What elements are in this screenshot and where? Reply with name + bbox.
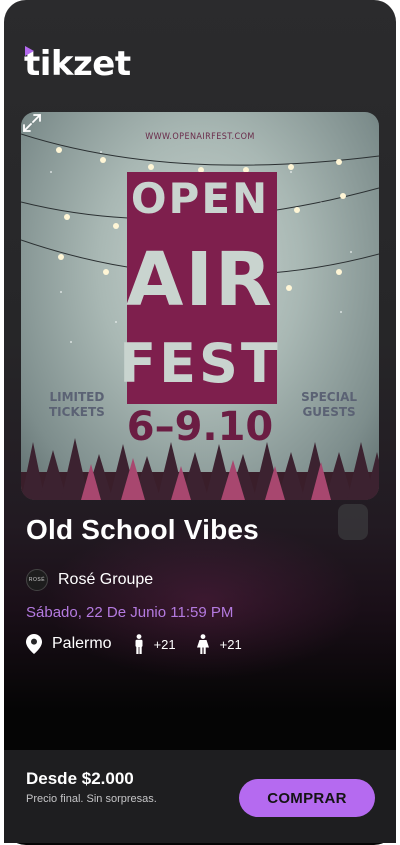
app-logo[interactable]: tikzet <box>24 44 131 84</box>
event-meta: Palermo +21 +21 <box>26 634 242 654</box>
poster-tickets-text: TICKETS <box>49 405 105 419</box>
poster-word-open: OPEN <box>130 174 270 223</box>
event-date: Sábado, 22 De Junio 11:59 PM <box>26 604 234 621</box>
age-male: +21 <box>134 634 176 654</box>
event-title: Old School Vibes <box>26 514 259 545</box>
poster-special-text: SPECIAL <box>301 390 357 404</box>
poster-limited-tickets: LIMITED TICKETS <box>49 390 105 420</box>
logo-accent-icon <box>25 46 34 56</box>
poster-word-fest: FEST <box>119 332 281 395</box>
poster-word-air: AIR <box>126 237 274 323</box>
age-male-value: +21 <box>153 636 176 652</box>
poster-limited-text: LIMITED <box>49 390 105 404</box>
buy-button[interactable]: COMPRAR <box>239 779 375 817</box>
scroll-indicator <box>338 504 368 540</box>
poster-special-guests: SPECIAL GUESTS <box>301 390 357 420</box>
event-screen: tikzet WWW.OPENAIRFEST.COM OPEN AIR FEST… <box>4 0 396 845</box>
female-person-icon <box>196 634 210 654</box>
organizer-name: Rosé Groupe <box>58 571 154 588</box>
age-female: +21 <box>196 634 242 654</box>
location: Palermo <box>26 634 112 654</box>
age-female-value: +21 <box>219 636 242 652</box>
price-note: Precio final. Sin sorpresas. <box>26 793 157 805</box>
expand-icon[interactable] <box>21 112 43 134</box>
male-person-icon <box>134 634 144 654</box>
purchase-bar: Desde $2.000 Precio final. Sin sorpresas… <box>4 750 396 843</box>
price: Desde $2.000 <box>26 769 134 788</box>
organizer[interactable]: ROSÉ Rosé Groupe <box>26 569 153 591</box>
location-pin-icon <box>26 634 42 654</box>
event-poster[interactable]: WWW.OPENAIRFEST.COM OPEN AIR FEST 6–9.10… <box>21 112 379 500</box>
location-name: Palermo <box>52 635 112 652</box>
organizer-avatar: ROSÉ <box>26 569 48 591</box>
poster-guests-text: GUESTS <box>302 405 356 419</box>
poster-url: WWW.OPENAIRFEST.COM <box>145 132 255 142</box>
logo-text: tikzet <box>24 44 131 84</box>
